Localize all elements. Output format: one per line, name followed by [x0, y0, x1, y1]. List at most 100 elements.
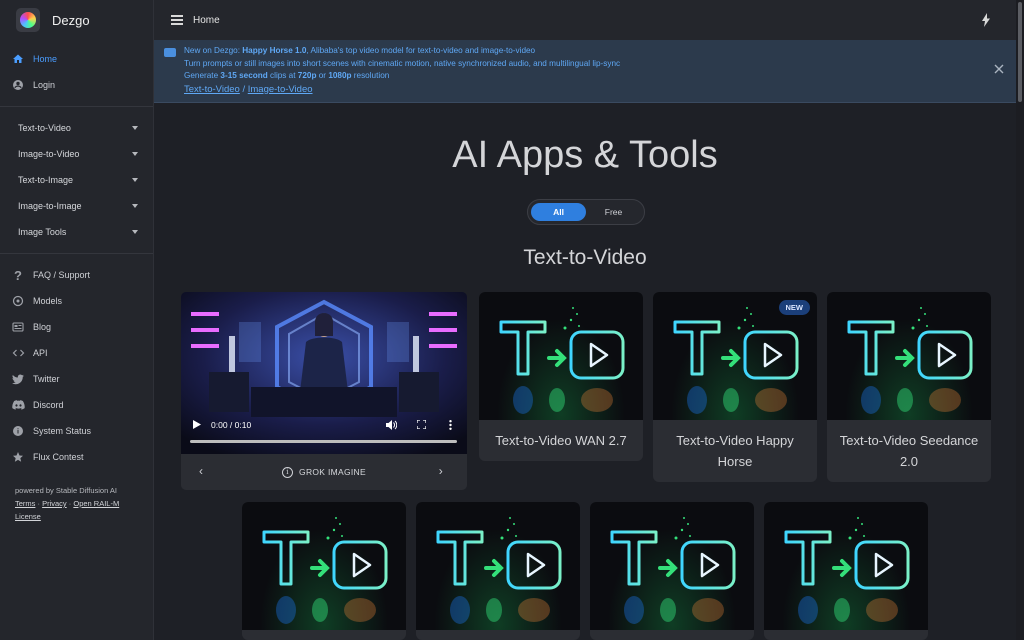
filter-free-button[interactable]: Free: [586, 203, 641, 221]
banner-line-3: Generate 3-15 second clips at 720p or 10…: [184, 70, 1016, 83]
license-link-continued[interactable]: License: [15, 512, 41, 521]
video-player[interactable]: 0:00 / 0:10: [181, 292, 467, 454]
featured-video-card: 0:00 / 0:10 ‹ i GROK IMAGINE ›: [181, 292, 467, 490]
blog-icon: [11, 320, 25, 334]
sidebar-item-system-status[interactable]: System Status: [0, 418, 153, 444]
menu-image-to-video[interactable]: Image-to-Video: [0, 141, 153, 167]
text-to-video-thumbnail: [242, 502, 406, 630]
twitter-icon: [11, 372, 25, 386]
menu-image-to-image[interactable]: Image-to-Image: [0, 193, 153, 219]
menu-label: Image-to-Video: [18, 149, 80, 159]
banner-text: clips at: [267, 71, 298, 80]
sidebar-footer: powered by Stable Diffusion AI Terms · P…: [0, 470, 153, 523]
sidebar-item-label: System Status: [33, 426, 92, 436]
text-to-video-thumbnail: NEW: [653, 292, 817, 420]
fullscreen-icon[interactable]: [416, 419, 427, 431]
separator: /: [239, 83, 248, 95]
sidebar-item-flux-contest[interactable]: Flux Contest: [0, 444, 153, 470]
sidebar-item-label: Discord: [33, 400, 64, 410]
sidebar-item-api[interactable]: API: [0, 340, 153, 366]
page-heading: AI Apps & Tools: [452, 134, 718, 176]
info-icon[interactable]: i: [282, 466, 294, 478]
filter-all-button[interactable]: All: [531, 203, 586, 221]
menu-icon[interactable]: [171, 15, 183, 25]
close-icon[interactable]: [994, 64, 1004, 74]
account-circle-icon: [11, 78, 25, 92]
lightning-icon[interactable]: [982, 13, 990, 27]
volume-icon[interactable]: [386, 420, 398, 432]
text-to-video-thumbnail: [827, 292, 991, 420]
powered-by: powered by Stable Diffusion AI: [15, 486, 118, 495]
image-to-video-link[interactable]: Image-to-Video: [248, 84, 313, 95]
banner-text: resolution: [351, 71, 390, 80]
brand[interactable]: Dezgo: [0, 0, 153, 40]
home-icon: [11, 52, 25, 66]
sidebar-item-blog[interactable]: Blog: [0, 314, 153, 340]
menu-label: Image-to-Image: [18, 201, 82, 211]
star-icon: [11, 450, 25, 464]
menu-image-tools[interactable]: Image Tools: [0, 219, 153, 245]
tool-card-title: Text-to-Video WAN 2.7: [495, 433, 627, 448]
terms-link[interactable]: Terms: [15, 499, 35, 508]
menu-text-to-image[interactable]: Text-to-Image: [0, 167, 153, 193]
scrollbar-thumb[interactable]: [1018, 2, 1022, 102]
page-scrollbar[interactable]: [1016, 0, 1024, 640]
banner-text: New on Dezgo:: [184, 46, 243, 55]
banner-text: or: [316, 71, 329, 80]
announcement-banner: New on Dezgo: Happy Horse 1.0, Alibaba's…: [154, 40, 1016, 103]
code-icon: [11, 346, 25, 360]
sidebar-item-label: FAQ / Support: [33, 270, 91, 280]
menu-label: Image Tools: [18, 227, 67, 237]
sidebar-item-twitter[interactable]: Twitter: [0, 366, 153, 392]
privacy-link[interactable]: Privacy: [42, 499, 67, 508]
nav-top: Home Login: [0, 40, 153, 98]
sidebar-item-home[interactable]: Home: [0, 46, 153, 72]
tool-card[interactable]: [242, 502, 406, 640]
license-link[interactable]: Open RAIL-M: [73, 499, 119, 508]
divider: [0, 106, 153, 107]
info-icon: [11, 424, 25, 438]
sidebar-item-label: API: [33, 348, 48, 358]
text-to-video-link[interactable]: Text-to-Video: [184, 84, 240, 95]
banner-line-2: Turn prompts or still images into short …: [184, 58, 621, 68]
sidebar-item-models[interactable]: Models: [0, 288, 153, 314]
sidebar-item-label: Home: [33, 54, 58, 64]
chevron-down-icon: [132, 152, 138, 156]
tool-card[interactable]: [416, 502, 580, 640]
sidebar-item-login[interactable]: Login: [0, 72, 153, 98]
sidebar-item-label: Blog: [33, 322, 52, 332]
banner-text: , Alibaba's top video model for text-to-…: [306, 46, 536, 55]
tool-card-wan[interactable]: Text-to-Video WAN 2.7: [479, 292, 643, 461]
play-icon[interactable]: [193, 420, 201, 431]
banner-highlight: 3-15 second: [220, 71, 268, 80]
tool-card[interactable]: [764, 502, 928, 640]
section-heading: Text-to-Video: [523, 246, 647, 269]
text-to-video-thumbnail: [764, 502, 928, 630]
video-time: 0:00 / 0:10: [211, 420, 252, 430]
sidebar-links: ? FAQ / Support Models Blog API Twitter …: [0, 262, 153, 470]
video-controls: 0:00 / 0:10: [181, 412, 467, 454]
tool-card-happy-horse[interactable]: NEW Text-to-Video Happy Horse: [653, 292, 817, 482]
chevron-right-icon[interactable]: ›: [439, 464, 443, 478]
tool-card[interactable]: [590, 502, 754, 640]
banner-highlight: 720p: [297, 71, 317, 80]
banner-links: Text-to-Video / Image-to-Video: [184, 84, 1016, 97]
question-icon: ?: [14, 267, 22, 283]
main-content: AI Apps & Tools All Free Text-to-Video 0…: [154, 104, 1016, 640]
sidebar-menus: Text-to-Video Image-to-Video Text-to-Ima…: [0, 115, 153, 245]
tool-card-seedance[interactable]: Text-to-Video Seedance 2.0: [827, 292, 991, 482]
banner-highlight: 1080p: [328, 71, 352, 80]
discord-icon: [11, 398, 25, 412]
top-bar: Home: [154, 0, 1016, 40]
sidebar: Dezgo Home Login Text-to-Video Image-to-…: [0, 0, 154, 640]
menu-text-to-video[interactable]: Text-to-Video: [0, 115, 153, 141]
divider: [0, 253, 153, 254]
sidebar-item-faq[interactable]: ? FAQ / Support: [0, 262, 153, 288]
sidebar-item-discord[interactable]: Discord: [0, 392, 153, 418]
more-options-icon[interactable]: [449, 420, 452, 432]
banner-line-1: New on Dezgo: Happy Horse 1.0, Alibaba's…: [184, 45, 1016, 58]
chevron-left-icon[interactable]: ‹: [199, 464, 203, 478]
sidebar-item-label: Twitter: [33, 374, 60, 384]
tool-card-title: Text-to-Video Seedance 2.0: [839, 433, 979, 469]
video-progress-bar[interactable]: [190, 440, 457, 443]
